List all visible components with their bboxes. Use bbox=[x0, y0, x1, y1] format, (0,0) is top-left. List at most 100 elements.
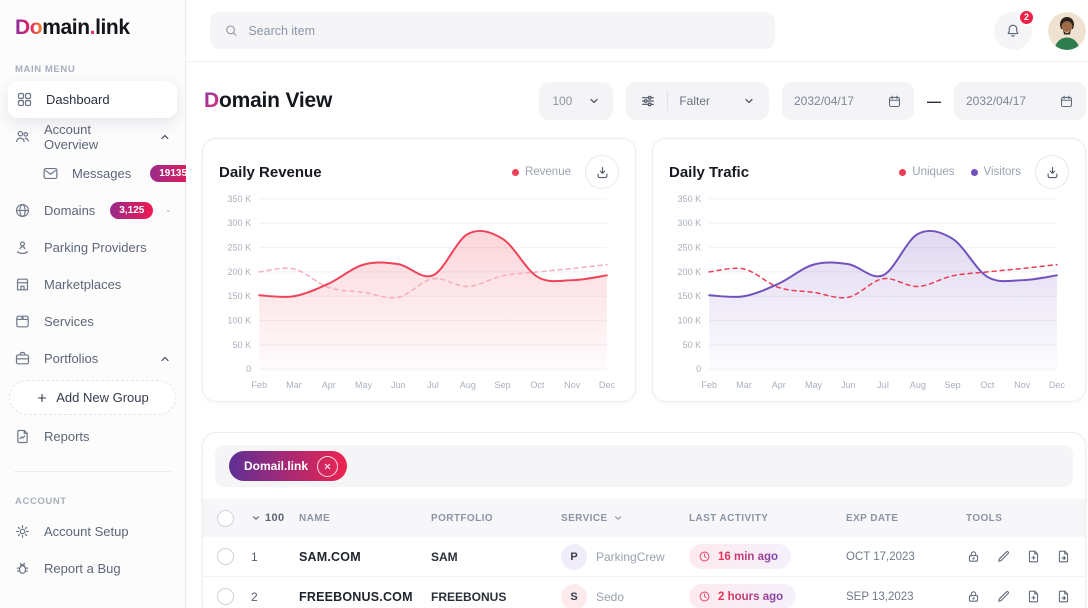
logo-accent: Do bbox=[15, 16, 42, 39]
sidebar-item-dashboard[interactable]: Dashboard bbox=[8, 81, 177, 118]
chart-title: Daily Trafic bbox=[669, 164, 749, 181]
row-checkbox[interactable] bbox=[217, 548, 234, 565]
lock-button[interactable] bbox=[966, 549, 981, 564]
svg-text:Oct: Oct bbox=[530, 380, 545, 390]
col-header-name: NAME bbox=[299, 513, 431, 524]
sidebar-item-report-bug[interactable]: Report a Bug bbox=[0, 550, 185, 587]
sidebar-item-parking-providers[interactable]: Parking Providers bbox=[0, 229, 185, 266]
svg-text:200 K: 200 K bbox=[228, 267, 252, 277]
select-all-checkbox[interactable] bbox=[217, 510, 234, 527]
title-accent: D bbox=[204, 89, 219, 112]
legend-item: Uniques bbox=[899, 166, 954, 178]
portfolio-name: FREEBONUS bbox=[431, 590, 561, 604]
domain-name: SAM.COM bbox=[299, 550, 431, 564]
sidebar-item-account-setup[interactable]: Account Setup bbox=[0, 513, 185, 550]
sidebar-item-label: Services bbox=[44, 314, 94, 329]
download-chart-button[interactable] bbox=[1035, 155, 1069, 189]
rows-count-header[interactable]: 100 bbox=[251, 512, 299, 524]
svg-text:Nov: Nov bbox=[1014, 380, 1031, 390]
svg-text:May: May bbox=[805, 380, 823, 390]
edit-button[interactable] bbox=[996, 589, 1011, 604]
chart-legend: Revenue bbox=[512, 166, 571, 178]
svg-text:Apr: Apr bbox=[772, 380, 786, 390]
sidebar-item-account-overview[interactable]: Account Overview bbox=[0, 118, 185, 155]
row-checkbox[interactable] bbox=[217, 588, 234, 605]
legend-label: Uniques bbox=[912, 166, 954, 178]
chevron-down-icon[interactable] bbox=[166, 205, 171, 217]
sidebar-item-domains[interactable]: Domains 3,125 bbox=[0, 192, 185, 229]
sidebar-item-reports[interactable]: Reports bbox=[0, 418, 185, 455]
filter-chip-label: Domail.link bbox=[244, 459, 308, 473]
date-to-picker[interactable]: 2032/04/17 bbox=[954, 82, 1086, 120]
date-from-picker[interactable]: 2032/04/17 bbox=[782, 82, 914, 120]
sidebar-item-label: Account Overview bbox=[44, 122, 146, 152]
svg-text:350 K: 350 K bbox=[678, 194, 702, 204]
portfolio-name: SAM bbox=[431, 550, 561, 564]
toolbar-controls: 100 Falter 2032/04/17 — bbox=[539, 82, 1086, 120]
chevron-down-icon bbox=[251, 513, 261, 523]
col-header-tools: TOOLS bbox=[966, 513, 1071, 524]
svg-text:Sep: Sep bbox=[945, 380, 961, 390]
date-range-separator: — bbox=[927, 93, 941, 109]
table-row[interactable]: 1 SAM.COM SAM P ParkingCrew 16 min ago O… bbox=[203, 537, 1085, 577]
filter-chip[interactable]: Domail.link bbox=[229, 451, 347, 481]
sidebar-item-label: Parking Providers bbox=[44, 240, 147, 255]
rows-count-value: 100 bbox=[265, 512, 285, 524]
download-chart-button[interactable] bbox=[585, 155, 619, 189]
chart-header: Daily Trafic Uniques Visitors bbox=[669, 155, 1069, 189]
search-input[interactable] bbox=[248, 24, 761, 38]
per-page-select[interactable]: 100 bbox=[539, 82, 613, 120]
daily-trafic-chart: 350 K300 K250 K200 K150 K100 K50 K0FebMa… bbox=[669, 191, 1069, 395]
sidebar-item-label: Account Setup bbox=[44, 524, 129, 539]
service-name: Sedo bbox=[596, 590, 624, 604]
svg-text:Aug: Aug bbox=[910, 380, 926, 390]
download-icon bbox=[1045, 165, 1060, 180]
file-add-button[interactable] bbox=[1026, 589, 1041, 604]
add-new-group-button[interactable]: Add New Group bbox=[9, 380, 176, 415]
store-icon bbox=[14, 276, 31, 293]
sidebar-item-services[interactable]: Services bbox=[0, 303, 185, 340]
file-export-button[interactable] bbox=[1056, 549, 1071, 564]
svg-text:Jun: Jun bbox=[841, 380, 856, 390]
lock-button[interactable] bbox=[966, 589, 981, 604]
table-row[interactable]: 2 FREEBONUS.COM FREEBONUS S Sedo 2 hours… bbox=[203, 577, 1085, 608]
domains-count-badge: 3,125 bbox=[110, 202, 153, 219]
legend-label: Revenue bbox=[525, 166, 571, 178]
sidebar-item-messages[interactable]: Messages 19135 bbox=[0, 155, 185, 192]
svg-text:250 K: 250 K bbox=[228, 243, 252, 253]
per-page-value: 100 bbox=[552, 94, 572, 108]
page-content: Domain View 100 Falter 2032/04/17 bbox=[186, 62, 1088, 608]
svg-text:May: May bbox=[355, 380, 373, 390]
envelope-icon bbox=[42, 165, 59, 182]
avatar-image bbox=[1048, 12, 1086, 50]
svg-text:100 K: 100 K bbox=[228, 316, 252, 326]
filter-dropdown[interactable]: Falter bbox=[626, 82, 769, 120]
daily-trafic-card: Daily Trafic Uniques Visitors 350 K300 K… bbox=[652, 138, 1086, 402]
sidebar-divider bbox=[14, 471, 171, 472]
edit-button[interactable] bbox=[996, 549, 1011, 564]
file-export-button[interactable] bbox=[1056, 589, 1071, 604]
dashboard-icon bbox=[16, 91, 33, 108]
service-initial-badge: P bbox=[561, 544, 587, 570]
svg-text:Nov: Nov bbox=[564, 380, 581, 390]
col-header-service-label: SERVICE bbox=[561, 513, 608, 524]
svg-text:Dec: Dec bbox=[1049, 380, 1066, 390]
daily-revenue-card: Daily Revenue Revenue 350 K300 K250 K200… bbox=[202, 138, 636, 402]
brand-logo[interactable]: Domain.link bbox=[0, 16, 185, 40]
svg-text:Apr: Apr bbox=[322, 380, 336, 390]
notification-count-badge: 2 bbox=[1018, 9, 1035, 26]
svg-text:150 K: 150 K bbox=[678, 291, 702, 301]
notifications-button[interactable]: 2 bbox=[994, 12, 1032, 50]
sidebar-item-portfolios[interactable]: Portfolios bbox=[0, 340, 185, 377]
charts-row: Daily Revenue Revenue 350 K300 K250 K200… bbox=[202, 138, 1086, 402]
sidebar-item-marketplaces[interactable]: Marketplaces bbox=[0, 266, 185, 303]
file-add-button[interactable] bbox=[1026, 549, 1041, 564]
file-export-icon bbox=[1056, 589, 1071, 604]
user-avatar[interactable] bbox=[1048, 12, 1086, 50]
col-header-service[interactable]: SERVICE bbox=[561, 513, 689, 524]
remove-filter-button[interactable] bbox=[317, 456, 338, 477]
account-section-label: ACCOUNT bbox=[15, 496, 185, 507]
users-icon bbox=[14, 128, 31, 145]
svg-text:0: 0 bbox=[246, 364, 251, 374]
search-bar[interactable] bbox=[210, 12, 775, 49]
